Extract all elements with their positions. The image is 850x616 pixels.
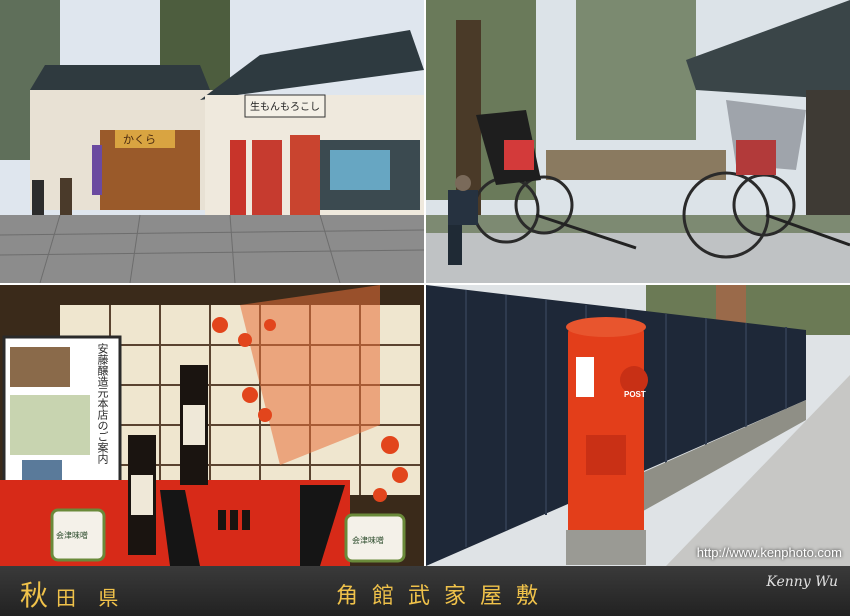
place-name: 角館武家屋敷 [336,584,553,609]
watermark-url: http://www.kenphoto.com [696,545,842,560]
mailbox-post-label: POST [624,390,646,399]
prefecture-name: 秋田 県 [20,574,126,614]
poster-title: 安藤醸造元本店のご案内 [96,343,109,464]
photo-brewery-display: 安藤醸造元本店のご案内 会津味噌 会津味噌 [0,285,424,566]
prefecture-rest: 田 県 [56,586,127,610]
jar-label-left: 会津味噌 [56,531,88,540]
photo-rickshaws [426,0,850,283]
photo-collage: かくら 生もんもろこし 安藤醸造元本店のご案内 会津味噌 会津味噌 POST 秋… [0,0,850,616]
prefecture-first-char: 秋 [20,579,57,612]
shop-sign-right: 生もんもろこし [250,100,320,113]
shop-sign-left: かくら [123,133,156,146]
photo-mailbox: POST [426,285,850,566]
photo-shop-street: かくら 生もんもろこし [0,0,424,283]
jar-label-right: 会津味噌 [352,536,384,545]
